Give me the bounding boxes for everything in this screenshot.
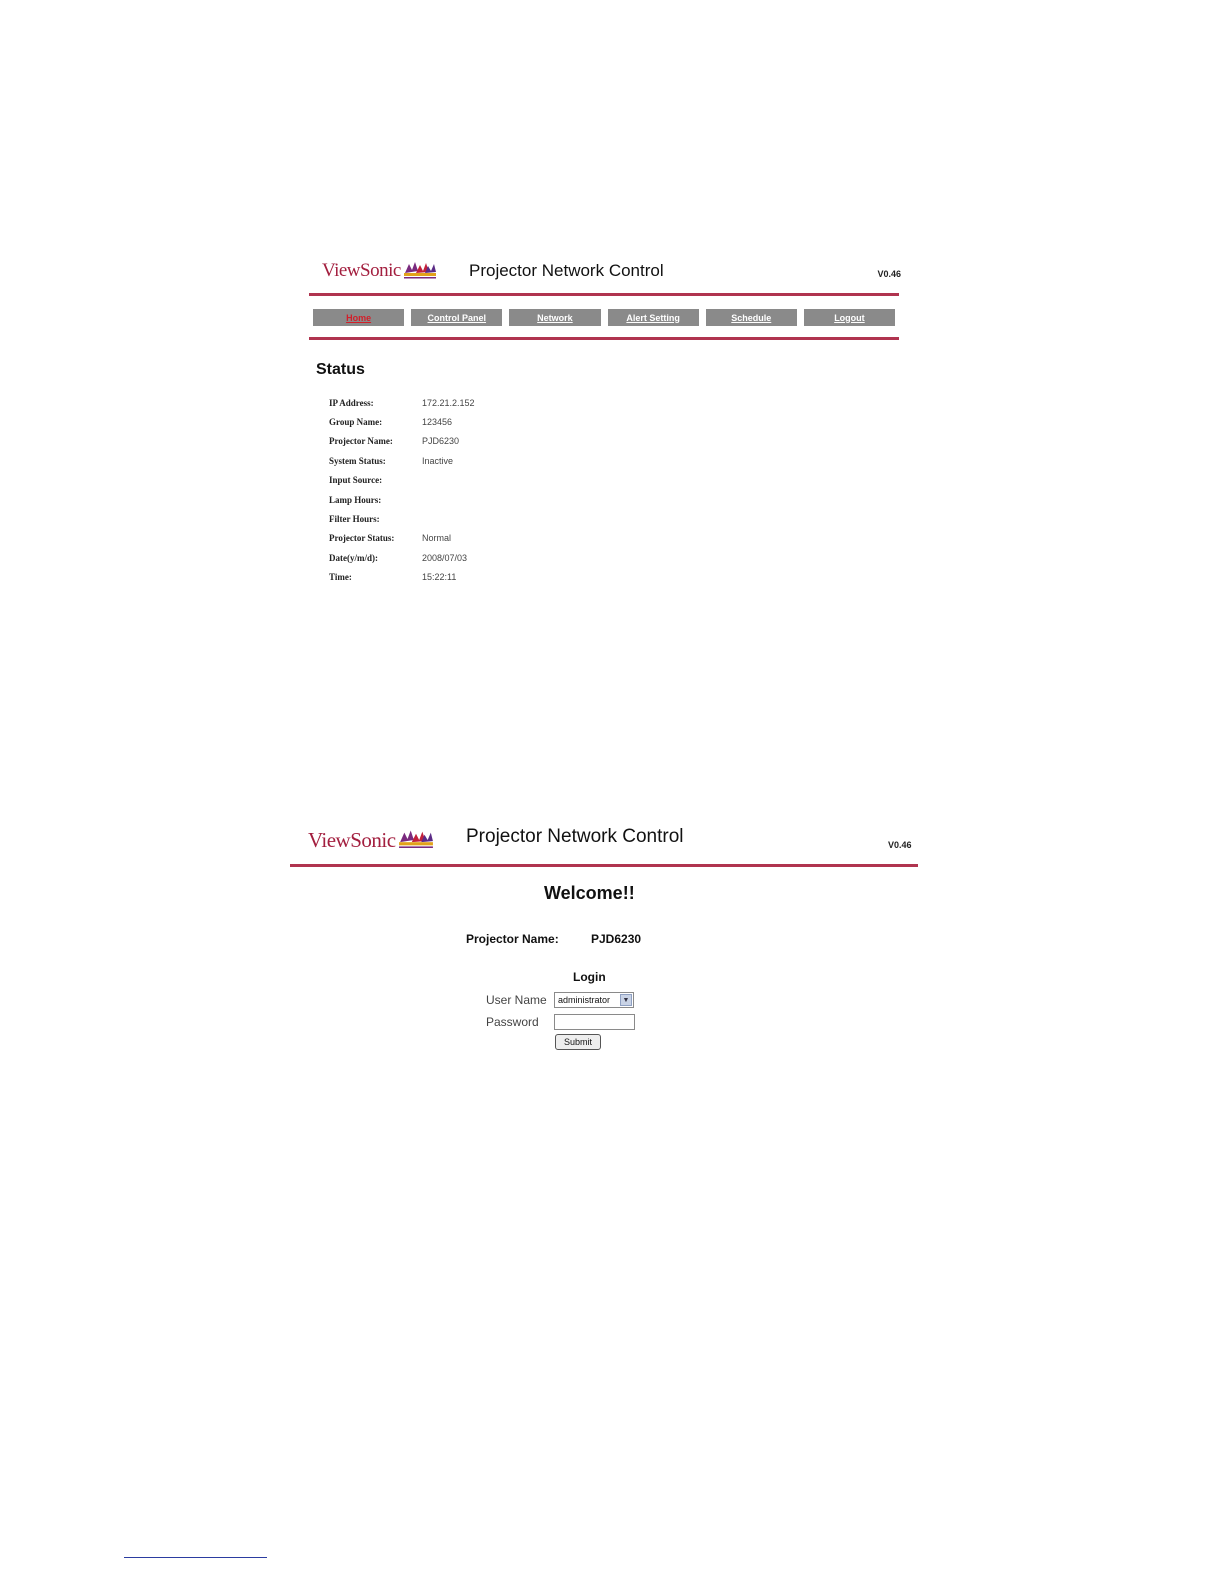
nav-logout[interactable]: Logout: [803, 309, 896, 326]
viewsonic-birds-logo-icon: [404, 262, 436, 279]
viewsonic-logo-text: ViewSonic: [322, 260, 401, 281]
status-value: 123456: [422, 417, 453, 428]
app-title: Projector Network Control: [466, 826, 684, 847]
status-label: Projector Status:: [329, 533, 395, 544]
status-value: 2008/07/03: [422, 552, 468, 563]
status-row-projector-status: Projector Status: Normal: [329, 529, 475, 548]
status-value: 15:22:11: [422, 572, 457, 583]
status-row-filter-hours: Filter Hours:: [329, 509, 475, 528]
projector-name-value: PJD6230: [591, 932, 642, 946]
projector-name-label: Projector Name:: [466, 932, 559, 946]
nav-divider: [309, 337, 899, 340]
nav-network[interactable]: Network: [509, 309, 601, 326]
status-row-lamp-hours: Lamp Hours:: [329, 490, 475, 509]
nav-alert-setting[interactable]: Alert Setting: [607, 309, 699, 326]
status-label: Group Name:: [329, 417, 383, 428]
status-label: IP Address:: [329, 397, 374, 408]
status-label: Filter Hours:: [329, 514, 380, 525]
status-row-ip-address: IP Address: 172.21.2.152: [329, 393, 475, 412]
status-label: Lamp Hours:: [329, 494, 382, 505]
password-field[interactable]: [554, 1014, 635, 1030]
version-label: V0.46: [888, 840, 912, 850]
user-name-selected-value: administrator: [558, 995, 611, 1005]
welcome-heading: Welcome!!: [544, 883, 635, 903]
login-screen: ViewSonic Projector Network Control V0.4…: [288, 818, 920, 1068]
status-row-input-source: Input Source:: [329, 471, 475, 490]
status-value: 172.21.2.152: [422, 397, 475, 408]
status-value: Normal: [422, 533, 452, 544]
nav-control-panel[interactable]: Control Panel: [411, 309, 503, 326]
submit-button[interactable]: Submit: [555, 1034, 601, 1050]
status-row-date: Date(y/m/d): 2008/07/03: [329, 548, 475, 567]
nav-home[interactable]: Home: [313, 309, 405, 326]
main-nav: Home Control Panel Network Alert Setting…: [313, 309, 896, 326]
page-title: Status: [316, 361, 365, 378]
header-divider: [290, 864, 918, 867]
status-row-time: Time: 15:22:11: [329, 568, 475, 587]
status-row-projector-name: Projector Name: PJD6230: [329, 432, 475, 451]
viewsonic-logo-text: ViewSonic: [308, 828, 396, 852]
status-row-group-name: Group Name: 123456: [329, 412, 475, 431]
status-screen: ViewSonic Projector Network Control V0.4…: [305, 250, 905, 595]
login-title: Login: [573, 970, 606, 984]
version-label: V0.46: [877, 269, 901, 279]
status-value: PJD6230: [422, 436, 460, 447]
viewsonic-birds-logo-icon: [399, 830, 433, 848]
status-label: Time:: [329, 572, 352, 583]
user-name-select[interactable]: administrator ▼: [554, 992, 634, 1008]
footnote-divider: [124, 1557, 267, 1558]
status-row-system-status: System Status: Inactive: [329, 451, 475, 470]
dropdown-arrow-icon[interactable]: ▼: [620, 994, 632, 1006]
status-label: System Status:: [329, 455, 386, 466]
header-divider: [309, 293, 899, 296]
user-name-label: User Name: [486, 993, 547, 1007]
status-table: IP Address: 172.21.2.152 Group Name: 123…: [329, 393, 475, 587]
status-value: Inactive: [422, 455, 454, 466]
nav-schedule[interactable]: Schedule: [705, 309, 797, 326]
status-label: Date(y/m/d):: [329, 552, 378, 563]
app-title: Projector Network Control: [469, 261, 664, 280]
status-label: Projector Name:: [329, 436, 393, 447]
password-label: Password: [486, 1015, 539, 1029]
status-label: Input Source:: [329, 475, 383, 486]
